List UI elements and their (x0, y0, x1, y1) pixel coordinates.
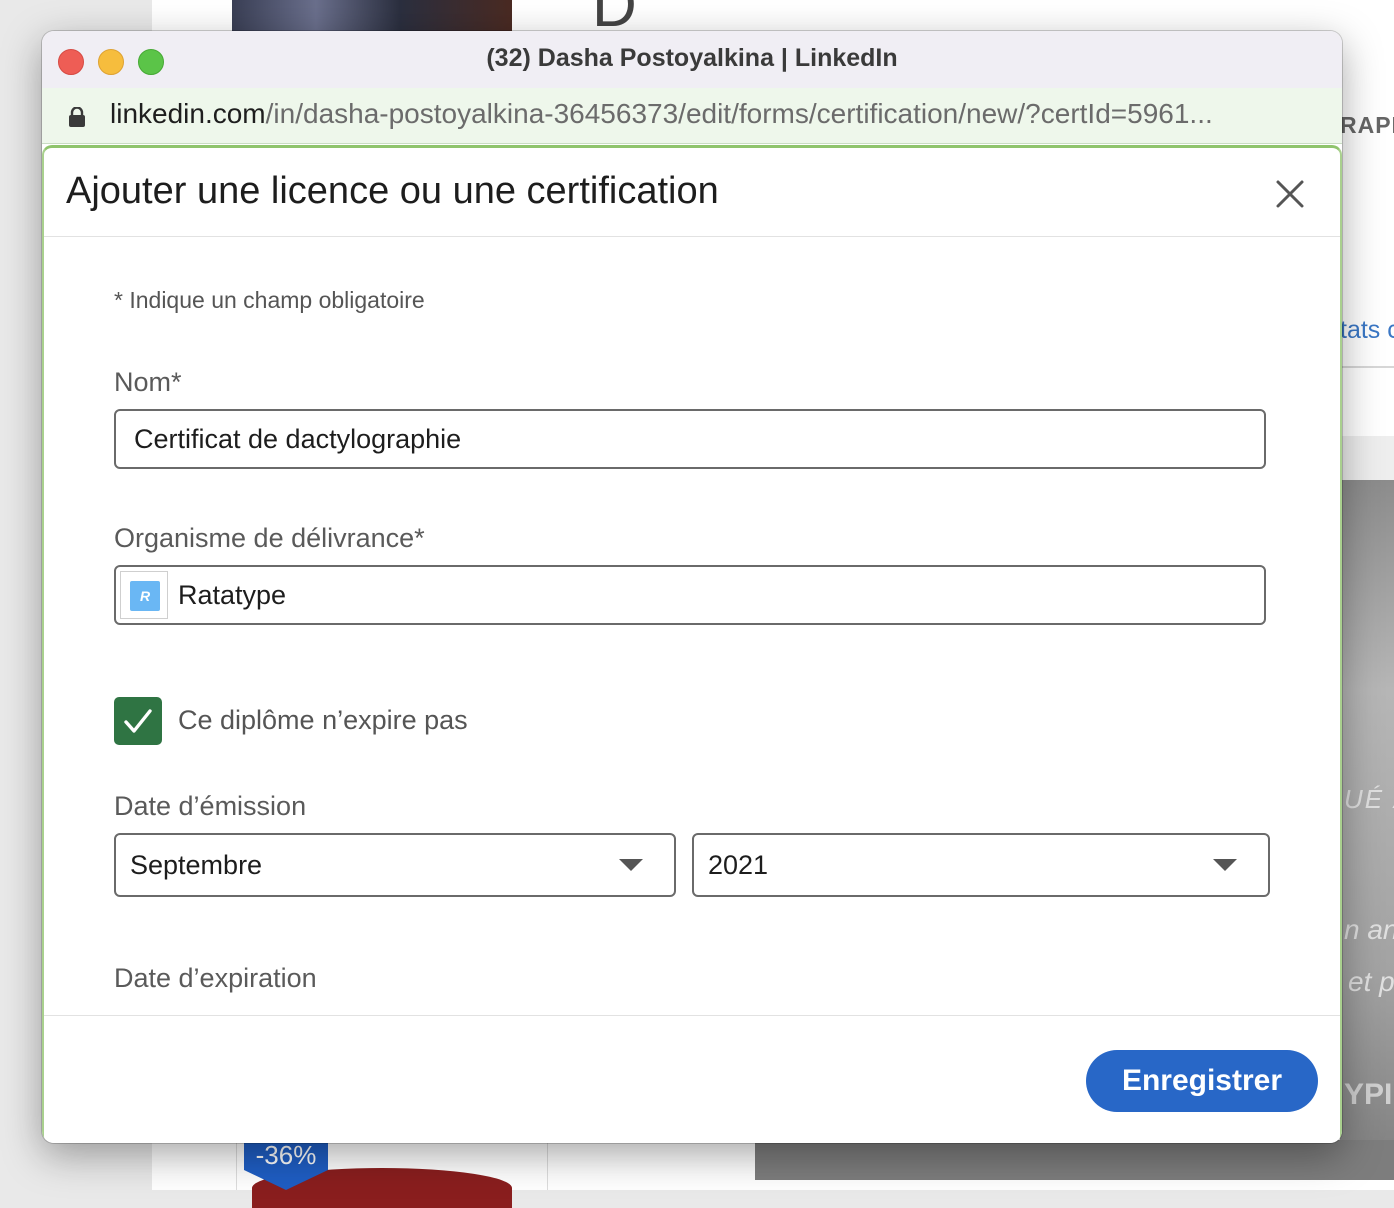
browser-window: (32) Dasha Postoyalkina | LinkedIn linke… (42, 31, 1342, 1143)
name-input[interactable]: Certificat de dactylographie (114, 409, 1266, 469)
window-title: (32) Dasha Postoyalkina | LinkedIn (486, 44, 898, 72)
ratatype-logo-icon: R (130, 581, 160, 611)
url-path: /in/dasha-postoyalkina-36456373/edit/for… (265, 98, 1213, 129)
background-certificate-image (1340, 480, 1394, 1180)
dialog-title: Ajouter une licence ou une certification (66, 170, 719, 212)
background-band (1340, 436, 1394, 480)
save-button[interactable]: Enregistrer (1086, 1050, 1318, 1112)
close-icon (1276, 180, 1304, 208)
background-heading-fragment: RAPP (1340, 112, 1394, 138)
background-photo (232, 0, 512, 32)
issue-date-label: Date d’émission (114, 791, 307, 821)
add-certification-dialog: Ajouter une licence ou une certification… (42, 145, 1342, 1143)
organization-name: Ratatype (178, 580, 287, 610)
background-certificate-bottom (755, 1140, 1394, 1180)
chevron-down-icon (1213, 859, 1237, 871)
checkmark-icon (124, 709, 152, 733)
close-button[interactable] (1270, 174, 1310, 214)
chevron-down-icon (619, 859, 643, 871)
no-expire-checkbox[interactable] (114, 697, 162, 745)
certificate-text-fragment: UÉ À (1344, 784, 1394, 814)
issuing-organization-input[interactable]: R Ratatype (114, 565, 1266, 625)
issuing-organization-label: Organisme de délivrance* (114, 523, 425, 553)
name-label: Nom* (114, 367, 182, 397)
lock-icon (68, 106, 86, 127)
background-link-fragment: tats c (1340, 316, 1394, 344)
certificate-brand-fragment: YPI (1344, 1078, 1393, 1111)
no-expire-label: Ce diplôme n’expire pas (178, 705, 468, 735)
expiry-date-label: Date d’expiration (114, 963, 317, 993)
organization-logo: R (120, 571, 168, 619)
background-divider (1340, 366, 1394, 368)
required-field-note: * Indique un champ obligatoire (114, 287, 425, 313)
dialog-footer: Enregistrer (44, 1015, 1340, 1142)
issue-year-value: 2021 (708, 850, 769, 880)
dialog-body[interactable]: * Indique un champ obligatoire Nom* Cert… (44, 237, 1340, 1015)
title-bar: (32) Dasha Postoyalkina | LinkedIn (42, 31, 1342, 89)
certificate-text-fragment: n an (1344, 914, 1394, 945)
issue-year-select[interactable]: 2021 (692, 833, 1270, 897)
url-domain: linkedin.com (110, 98, 266, 129)
certificate-text-fragment: et p (1348, 966, 1394, 997)
dialog-header: Ajouter une licence ou une certification (44, 148, 1340, 237)
address-bar[interactable]: linkedin.com/in/dasha-postoyalkina-36456… (42, 88, 1342, 144)
url-text[interactable]: linkedin.com/in/dasha-postoyalkina-36456… (110, 98, 1310, 130)
issue-month-value: Septembre (130, 850, 263, 880)
issue-month-select[interactable]: Septembre (114, 833, 676, 897)
